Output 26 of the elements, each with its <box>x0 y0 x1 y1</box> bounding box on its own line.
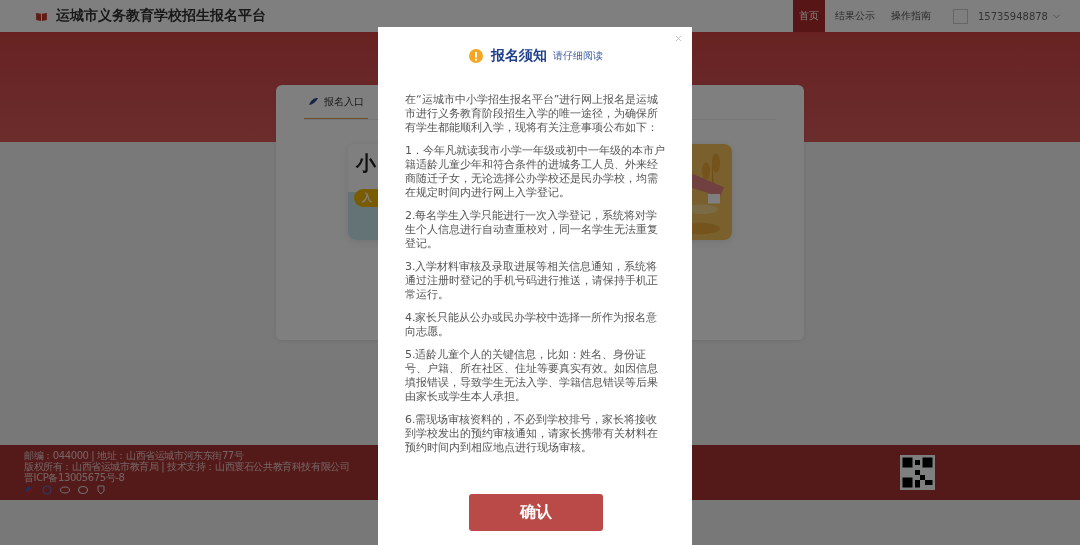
qr-code-icon <box>900 455 935 490</box>
notice-paragraph: 2.每名学生入学只能进行一次入学登记，系统将对学生个人信息进行自动查重校对，同一名学生无法重复登记。 <box>405 209 659 251</box>
notice-paragraph: 3.入学材料审核及录取进展等相关信息通知，系统将通过注册时登记的手机号码进行推送，请保持手机正常运行。 <box>405 260 659 302</box>
book-icon <box>36 11 47 21</box>
site-title: 运城市义务教育学校招生报名平台 <box>56 7 266 25</box>
nav-link[interactable]: 结果公示 <box>829 0 881 32</box>
nav-link[interactable]: 操作指南 <box>885 0 937 32</box>
feather-icon <box>308 97 319 106</box>
close-button[interactable] <box>673 33 684 44</box>
entry-tab[interactable]: 报名入口 <box>304 85 368 119</box>
notice-paragraph: 6.需现场审核资料的，不必到学校排号，家长将接收到学校发出的预约审核通知，请家长携带有关材料在预约时间内到相应地点进行现场审核。 <box>405 413 659 455</box>
nav-link[interactable]: 首页 <box>793 0 825 32</box>
avatar[interactable] <box>953 8 968 24</box>
notice-paragraph: 4.家长只能从公办或民办学校中选择一所作为报名意向志愿。 <box>405 311 659 339</box>
warning-icon <box>468 49 483 63</box>
emblem-icon <box>24 485 34 495</box>
notice-paragraph: 5.适龄儿童个人的关键信息，比如：姓名、身份证号、户籍、所在社区、住址等要真实有效。如因信息填报错误，导致学生无法入学、学籍信息错误等后果由家长或学生本人承担。 <box>405 348 659 404</box>
shield-icon <box>96 485 106 495</box>
card-title: 小 <box>356 150 376 177</box>
notice-paragraph: 1．今年凡就读我市小学一年级或初中一年级的本市户籍适龄儿童少年和符合条件的进城务工人员、外来经商随迁子女，无论选择公办学校还是民办学校，均需在规定时间内进行网上入学登记。 <box>405 144 666 200</box>
confirm-button[interactable]: 确认 <box>469 494 603 531</box>
dialog-subtitle: 请仔细阅读 <box>552 49 603 63</box>
notice-paragraph: 在“运城市中小学招生报名平台”进行网上报名是运城市进行义务教育阶段招生入学的唯一途径，为确保所有学生都能顺利入学，现将有关注意事项公布如下： <box>405 93 660 135</box>
dialog-title: 报名须知 <box>490 47 547 65</box>
user-phone[interactable]: 15735948878 <box>978 10 1048 22</box>
caret-icon[interactable] <box>1053 13 1060 19</box>
